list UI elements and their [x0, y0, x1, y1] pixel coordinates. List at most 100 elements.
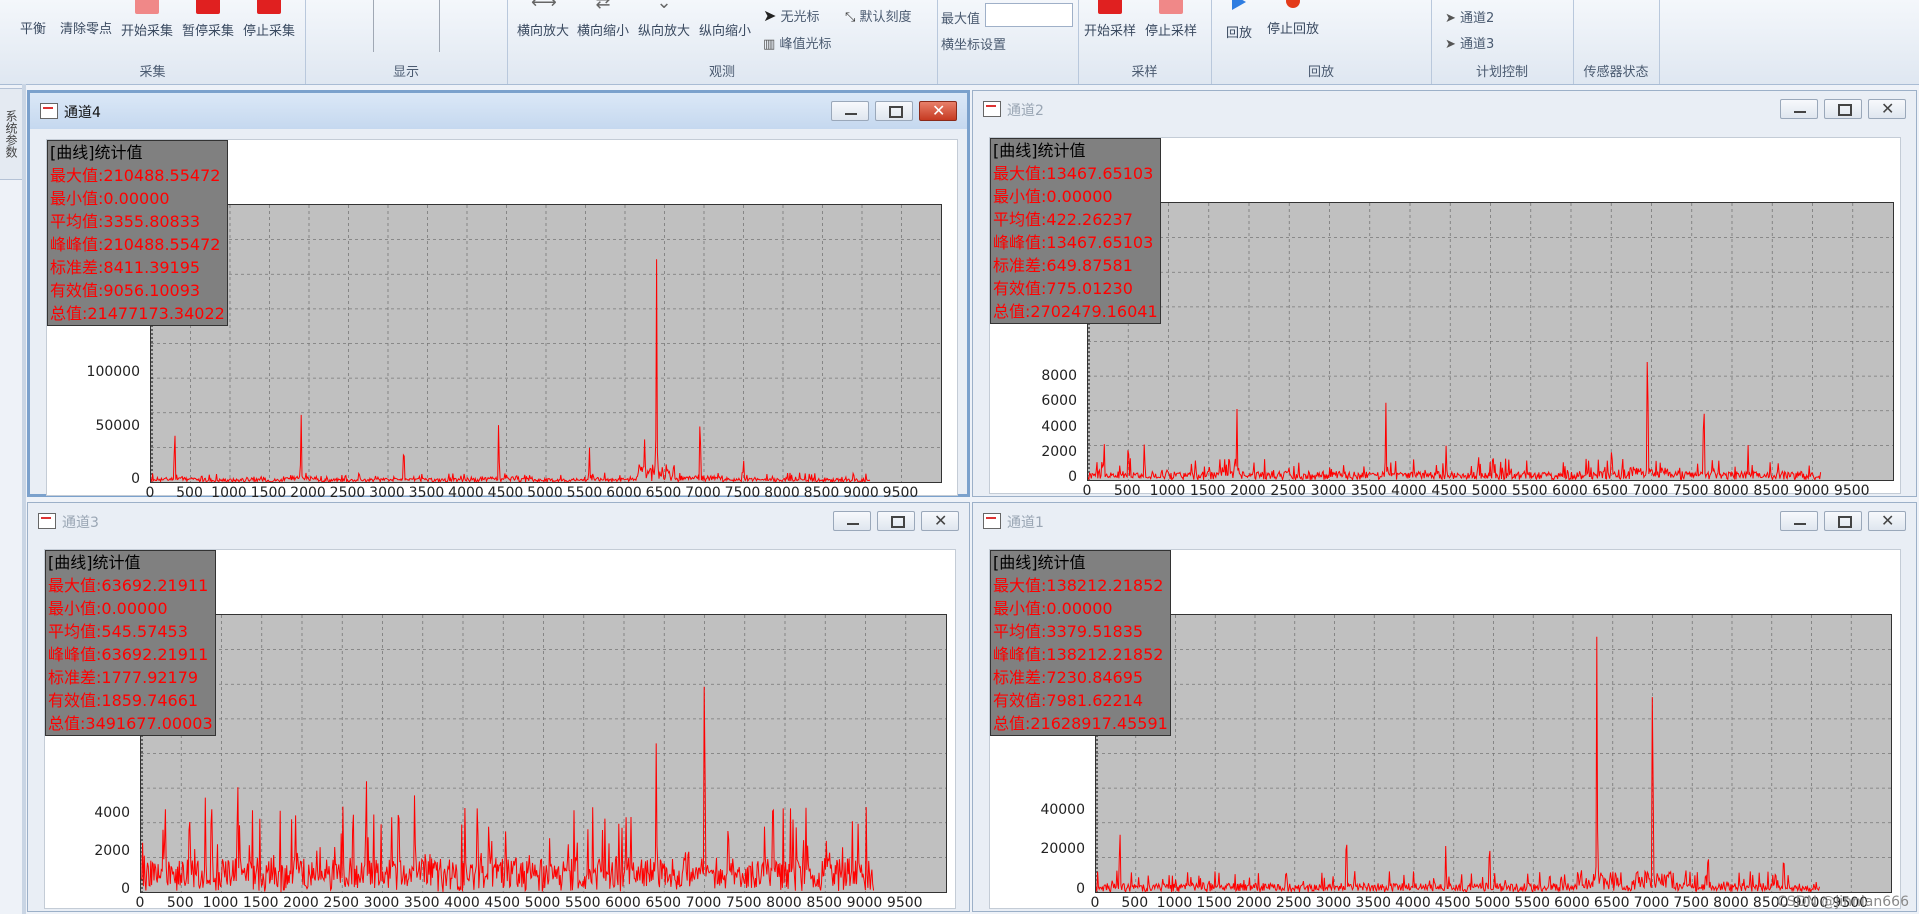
- stats-line: 最小值:0.00000: [48, 599, 168, 618]
- channel2-window[interactable]: 通道2 ✕ [曲线]统计值 最大值:13467.65103 最小值:0.00000 平…: [972, 90, 1917, 499]
- x-tick-label: 0: [135, 895, 145, 911]
- minimize-icon: [845, 113, 857, 115]
- x-tick-label: 8000: [1713, 895, 1749, 911]
- x-tick-label: 2500: [1270, 483, 1307, 499]
- max-value-input[interactable]: [985, 3, 1073, 27]
- plot-area[interactable]: [1095, 614, 1892, 893]
- record-stop-icon: [1286, 0, 1300, 8]
- chart-window-icon: [40, 103, 58, 119]
- window-title: 通道1: [1007, 515, 1044, 531]
- start-sampling-button[interactable]: 开始采样: [1084, 0, 1136, 44]
- v-zoom-in-button[interactable]: ⌄ 纵向放大: [638, 0, 690, 44]
- x-tick-label: 7000: [1633, 895, 1670, 911]
- ribbon-toolbar: 平衡 清除零点 开始采集 暂停采集 停止采集 采集 显示 ⟷ 横向放大 ⇄ 横向…: [0, 0, 1919, 85]
- balance-button[interactable]: 平衡: [18, 18, 48, 37]
- group-sensor-status: 传感器状态: [1573, 0, 1660, 84]
- plot-area[interactable]: [150, 204, 942, 483]
- start-acquisition-button[interactable]: 开始采集: [121, 0, 173, 44]
- default-scale-button[interactable]: ⤡ 默认刻度: [845, 6, 912, 25]
- stats-line: 峰峰值:63692.21911: [48, 645, 209, 664]
- window-title: 通道4: [64, 105, 101, 121]
- h-zoom-in-button[interactable]: ⟷ 横向放大: [517, 0, 569, 44]
- display-separator: [373, 0, 374, 52]
- pause-acquisition-label: 暂停采集: [182, 24, 235, 39]
- stats-line: 峰峰值:138212.21852: [993, 645, 1164, 664]
- maximize-button[interactable]: [877, 511, 915, 531]
- x-tick-label: 7500: [1672, 483, 1709, 499]
- x-tick-label: 1500: [1196, 895, 1233, 911]
- y-tick-label: 0: [131, 471, 140, 487]
- x-tick-label: 1500: [1189, 483, 1226, 499]
- stop-playback-button[interactable]: 停止回放: [1267, 0, 1320, 37]
- plot-area[interactable]: [140, 614, 947, 893]
- clear-zero-button[interactable]: 清除零点: [60, 18, 112, 37]
- x-tick-label: 1000: [1156, 895, 1193, 911]
- x-tick-label: 3000: [363, 895, 400, 911]
- x-tick-label: 4500: [484, 895, 521, 911]
- h-zoom-out-button[interactable]: ⇄ 横向缩小: [577, 0, 629, 44]
- x-tick-label: 2000: [290, 485, 326, 501]
- window-titlebar[interactable]: 通道1 ✕: [973, 503, 1916, 539]
- signal-curve: [141, 686, 875, 892]
- minimize-button[interactable]: [831, 101, 869, 121]
- x-tick-label: 2000: [1236, 895, 1272, 911]
- stats-line: 最大值:138212.21852: [993, 576, 1164, 595]
- close-button[interactable]: ✕: [1868, 99, 1906, 119]
- close-button[interactable]: ✕: [919, 101, 957, 121]
- v-zoom-out-button[interactable]: ⌃ 纵向缩小: [699, 0, 751, 44]
- x-tick-label: 9500: [886, 895, 923, 911]
- maximize-button[interactable]: [875, 101, 913, 121]
- stats-line: 最小值:0.00000: [993, 599, 1113, 618]
- stop-acquisition-button[interactable]: 停止采集: [243, 0, 295, 44]
- stats-line: 有效值:1859.74661: [48, 691, 199, 710]
- window-titlebar[interactable]: 通道3 ✕: [28, 503, 969, 539]
- x-tick-label: 2500: [1275, 895, 1312, 911]
- channel3-plan-label: 通道3: [1460, 37, 1495, 52]
- stats-line: 总值:21628917.45591: [993, 714, 1168, 733]
- channel2-plan-item[interactable]: ➤ 通道2: [1445, 7, 1494, 26]
- stats-header: [曲线]统计值: [50, 143, 143, 162]
- playback-label: 回放: [1226, 26, 1253, 41]
- no-cursor-button[interactable]: ➤ 无光标: [763, 6, 820, 25]
- maximize-icon: [889, 106, 903, 118]
- x-axis-settings-button[interactable]: 横坐标设置: [941, 34, 1006, 53]
- x-tick-label: 9500: [882, 485, 919, 501]
- h-zoom-in-icon: ⟷: [531, 0, 557, 13]
- stop-playback-label: 停止回放: [1267, 22, 1320, 37]
- close-button[interactable]: ✕: [921, 511, 959, 531]
- maximize-button[interactable]: [1824, 99, 1862, 119]
- plot-area[interactable]: [1087, 202, 1894, 481]
- chevron-up-icon: ⌃: [717, 0, 733, 13]
- window-titlebar[interactable]: 通道2 ✕: [973, 91, 1916, 127]
- x-tick-label: 8000: [1713, 483, 1749, 499]
- minimize-button[interactable]: [1780, 99, 1818, 119]
- maximize-icon: [1838, 104, 1852, 116]
- channel1-window[interactable]: 通道1 ✕ [曲线]统计值 最大值:138212.21852 最小值:0.00000…: [972, 502, 1917, 912]
- maximize-button[interactable]: [1824, 511, 1862, 531]
- chart-window-icon: [983, 101, 1001, 117]
- minimize-button[interactable]: [1780, 511, 1818, 531]
- peak-cursor-button[interactable]: ▥ 峰值光标: [763, 33, 831, 52]
- x-tick-label: 1000: [202, 895, 239, 911]
- x-tick-label: 3500: [408, 485, 445, 501]
- close-button[interactable]: ✕: [1868, 511, 1906, 531]
- watermark: CSDN @jinnian666: [1777, 894, 1909, 910]
- mdi-left-border: [22, 84, 26, 914]
- x-tick-label: 0: [1082, 483, 1092, 499]
- signal-curve: [1088, 361, 1822, 480]
- minimize-button[interactable]: [833, 511, 871, 531]
- pause-acquisition-button[interactable]: 暂停采集: [182, 0, 234, 44]
- stats-line: 平均值:545.57453: [48, 622, 188, 641]
- channel3-plan-item[interactable]: ➤ 通道3: [1445, 33, 1494, 52]
- stats-line: 总值:3491677.00003: [48, 714, 213, 733]
- system-params-tab[interactable]: 系统参数: [0, 88, 23, 180]
- channel4-window[interactable]: 通道4 ✕ [曲线]统计值 最大值:210488.55472 最小值:0.00000…: [27, 90, 970, 501]
- stop-sampling-button[interactable]: 停止采样: [1145, 0, 1197, 44]
- x-tick-label: 3500: [403, 895, 440, 911]
- channel3-window[interactable]: 通道3 ✕ [曲线]统计值 最大值:63692.21911 最小值:0.00000 平…: [27, 502, 970, 912]
- playback-button[interactable]: 回放: [1226, 0, 1253, 41]
- x-tick-label: 6000: [1552, 483, 1588, 499]
- x-tick-label: 6000: [605, 895, 641, 911]
- window-titlebar[interactable]: 通道4 ✕: [30, 93, 967, 129]
- channel2-plan-label: 通道2: [1460, 11, 1495, 26]
